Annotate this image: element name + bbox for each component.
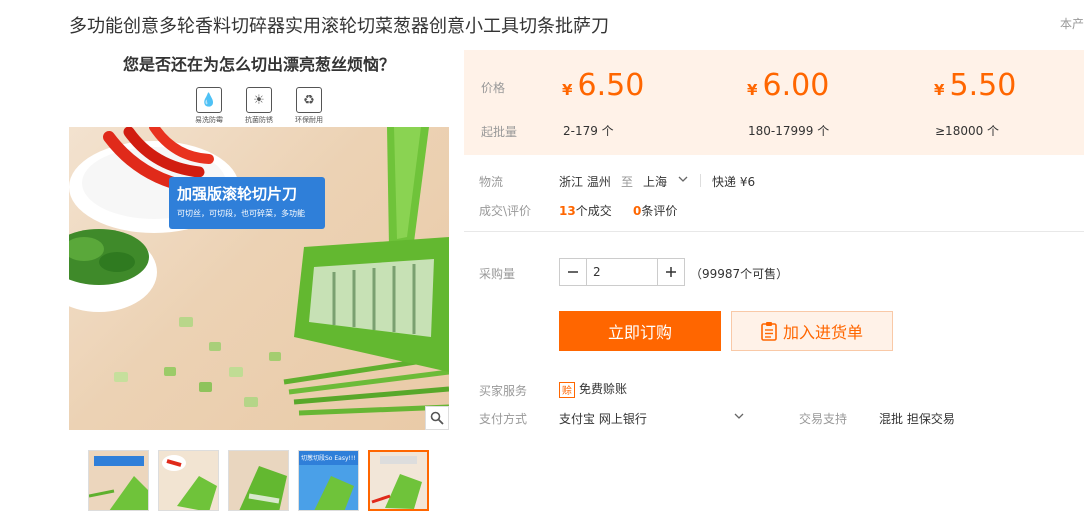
zoom-button[interactable]: [425, 406, 449, 430]
range-tier-1: 2-179 个: [563, 124, 614, 138]
quantity-label: 采购量: [479, 267, 516, 281]
services-label: 买家服务: [479, 384, 528, 398]
feature-label: 抗菌防锈: [245, 116, 273, 124]
product-title: 多功能创意多轮香料切碎器实用滚轮切菜葱器创意小工具切条批萨刀: [69, 16, 609, 37]
quantity-input[interactable]: [587, 259, 657, 285]
deals-text: 个成交: [575, 204, 612, 218]
batch-label: 起批量: [481, 125, 518, 139]
currency-symbol: ¥: [934, 81, 945, 99]
thumbnail-3[interactable]: [228, 450, 289, 511]
main-product-image[interactable]: 您是否还在为怎么切出漂亮葱丝烦恼？ 💧 易洗防霉 ☀ 抗菌防锈 ♻ 环保耐用 加…: [69, 45, 449, 430]
corner-text: 本产: [1059, 17, 1084, 31]
image-headline: 您是否还在为怎么切出漂亮葱丝烦恼？: [122, 55, 395, 74]
logistics-to: 至: [621, 175, 634, 189]
onion-piece: [114, 372, 128, 382]
section-divider: [464, 231, 1084, 232]
reviews-label: 成交\评价: [479, 204, 532, 218]
feature-label: 易洗防霉: [195, 116, 223, 124]
logistics-destination[interactable]: 上海: [643, 173, 667, 190]
thumbnail-5[interactable]: [368, 450, 429, 511]
onion-piece: [229, 367, 243, 377]
reviews-summary[interactable]: 0条评价: [633, 202, 677, 219]
decrease-button[interactable]: [560, 259, 587, 285]
trade-support-label: 交易支持: [799, 412, 848, 426]
feature-label: 环保耐用: [295, 116, 323, 124]
divider: [700, 174, 701, 187]
feature-eco: ♻ 环保耐用: [289, 87, 329, 125]
range-tier-2: 180-17999 个: [748, 124, 830, 138]
payment-label: 支付方式: [479, 412, 528, 426]
tag-subtitle: 可切丝，可切段，也可碎菜，多功能: [177, 209, 305, 218]
product-photo-scene: 加强版滚轮切片刀 可切丝，可切段，也可碎菜，多功能: [69, 127, 449, 430]
service-item: 免费赊账: [579, 382, 628, 396]
price-tier-2: ¥ 6.00: [747, 68, 829, 103]
thumbnail-4[interactable]: 切葱切段So Easy!!!: [298, 450, 359, 511]
price-box: 价格 起批量 ¥ 6.50 ¥ 6.00 ¥ 5.50 2-179 个 180-…: [464, 50, 1084, 155]
price-value: 5.50: [949, 68, 1017, 103]
image-header: 您是否还在为怎么切出漂亮葱丝烦恼？ 💧 易洗防霉 ☀ 抗菌防锈 ♻ 环保耐用: [69, 45, 449, 127]
onion-piece: [164, 367, 176, 376]
available-stock: （99987个可售）: [690, 267, 789, 281]
sun-icon: ☀: [246, 87, 272, 113]
price-tier-3: ¥ 5.50: [934, 68, 1016, 103]
currency-symbol: ¥: [562, 81, 573, 99]
onion-piece: [244, 397, 258, 407]
search-icon: [430, 411, 444, 425]
deals-summary[interactable]: 13个成交: [559, 202, 612, 219]
tag-title: 加强版滚轮切片刀: [177, 185, 298, 203]
product-tag: 加强版滚轮切片刀 可切丝，可切段，也可碎菜，多功能: [169, 177, 325, 229]
free-credit-service[interactable]: 赊免费赊账: [559, 380, 627, 398]
onion-piece: [199, 382, 212, 392]
clipboard-icon: [761, 322, 777, 341]
thumbnail-caption: 切葱切段So Easy!!!: [301, 455, 356, 462]
onion-piece: [209, 342, 221, 351]
price-tier-1: ¥ 6.50: [562, 68, 644, 103]
buy-now-label: 立即订购: [607, 323, 672, 342]
payment-methods: 支付宝 网上银行: [559, 412, 647, 426]
range-tier-3: ≥18000 个: [935, 124, 1000, 138]
logistics-label: 物流: [479, 175, 504, 189]
chevron-down-icon[interactable]: [678, 176, 688, 184]
quantity-stepper: [559, 258, 685, 286]
price-value: 6.00: [762, 68, 830, 103]
scene-illustration: [69, 127, 449, 416]
recycle-icon: ♻: [296, 87, 322, 113]
add-to-cart-label: 加入进货单: [782, 323, 863, 342]
trade-support-items: 混批 担保交易: [879, 412, 955, 426]
feature-antibacterial: ☀ 抗菌防锈: [239, 87, 279, 125]
review-text: 条评价: [641, 204, 678, 218]
water-drop-icon: 💧: [196, 87, 222, 113]
price-label: 价格: [481, 81, 506, 95]
logistics-origin: 浙江 温州: [559, 175, 611, 189]
onion-piece: [179, 317, 193, 327]
chevron-down-icon[interactable]: [734, 413, 744, 421]
buy-now-button[interactable]: 立即订购: [559, 311, 721, 351]
onion-piece: [269, 352, 281, 361]
currency-symbol: ¥: [747, 81, 758, 99]
shipping-fee: 快递 ¥6: [712, 175, 756, 189]
feature-easy-clean: 💧 易洗防霉: [189, 87, 229, 125]
credit-badge-icon: 赊: [559, 381, 575, 398]
thumbnail-1[interactable]: [88, 450, 149, 511]
add-to-cart-button[interactable]: 加入进货单: [731, 311, 893, 351]
deals-count: 13: [559, 204, 576, 218]
increase-button[interactable]: [657, 259, 684, 285]
thumbnail-2[interactable]: [158, 450, 219, 511]
price-value: 6.50: [577, 68, 645, 103]
